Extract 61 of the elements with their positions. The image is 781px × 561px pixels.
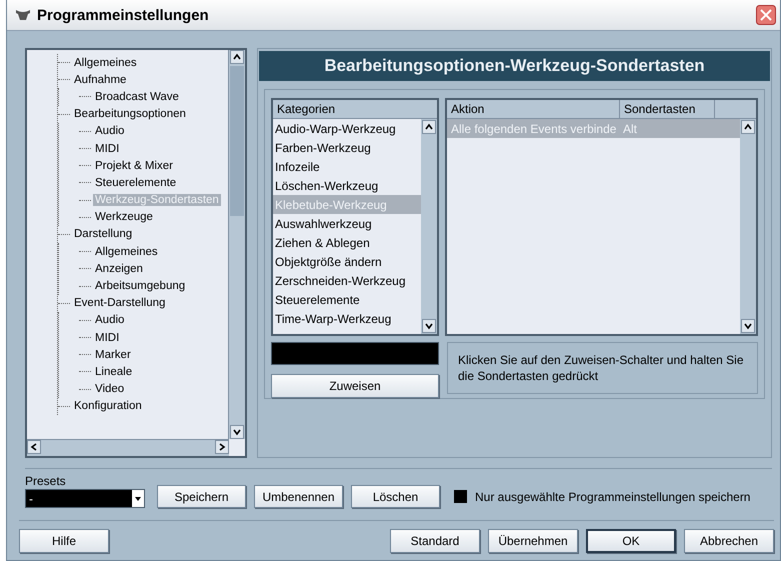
presets-dropdown[interactable]: - xyxy=(25,489,145,508)
tree-item[interactable]: Steuerelemente xyxy=(93,176,178,189)
column-header: Aktion xyxy=(447,100,620,118)
tree-item[interactable]: MIDI xyxy=(93,142,122,155)
scroll-down-icon[interactable] xyxy=(230,425,244,439)
dialog-button[interactable]: Abbrechen xyxy=(684,529,774,553)
key-input-field[interactable] xyxy=(271,342,439,365)
dialog-button[interactable]: Übernehmen xyxy=(488,529,578,553)
preset-button[interactable]: Speichern xyxy=(157,485,246,508)
dialog-button[interactable]: Standard xyxy=(390,529,480,553)
help-button[interactable]: Hilfe xyxy=(19,529,109,553)
tree-item[interactable]: Audio xyxy=(93,314,126,326)
tree-item[interactable]: Lineale xyxy=(93,366,134,378)
category-item[interactable]: Farben-Werkzeug xyxy=(273,138,421,157)
tree-item[interactable]: MIDI xyxy=(93,332,122,344)
scroll-down-icon[interactable] xyxy=(422,319,436,333)
category-item[interactable]: Löschen-Werkzeug xyxy=(273,176,421,195)
dialog-button[interactable]: OK xyxy=(586,529,676,553)
category-item[interactable]: Time-Warp-Werkzeug xyxy=(273,309,421,328)
scroll-up-icon[interactable] xyxy=(230,50,244,64)
preset-button[interactable]: Löschen xyxy=(351,485,440,508)
category-item[interactable]: Auswahlwerkzeug xyxy=(273,214,421,233)
assign-button[interactable]: Zuweisen xyxy=(271,374,439,398)
category-item[interactable]: Objektgröße ändern xyxy=(273,252,421,271)
close-icon[interactable] xyxy=(756,5,776,25)
tree-item[interactable]: Konfiguration xyxy=(72,400,144,412)
checkbox[interactable] xyxy=(454,490,467,503)
tree-item[interactable]: Projekt & Mixer xyxy=(93,160,175,172)
tree-item[interactable]: Werkzeuge xyxy=(93,211,155,224)
page-title: Bearbeitungsoptionen-Werkzeug-Sondertasten xyxy=(259,51,770,81)
category-item[interactable]: Steuerelemente xyxy=(273,290,421,309)
checkbox-label: Nur ausgewählte Programmeinstellungen speichern xyxy=(475,490,750,504)
window-title: Programmeinstellungen xyxy=(37,6,210,24)
scroll-up-icon[interactable] xyxy=(422,120,436,134)
tree-item[interactable]: Audio xyxy=(93,125,126,138)
scroll-up-icon[interactable] xyxy=(741,120,755,134)
preset-button[interactable]: Umbenennen xyxy=(254,485,343,508)
scroll-left-icon[interactable] xyxy=(27,440,41,454)
tree-item[interactable]: Bearbeitungsoptionen xyxy=(72,108,188,120)
scrollbar-thumb[interactable] xyxy=(230,66,244,216)
tree-item[interactable]: Anzeigen xyxy=(93,262,145,275)
tree-item[interactable]: Allgemeines xyxy=(93,246,160,258)
tree-item[interactable]: Allgemeines xyxy=(72,56,139,69)
scroll-down-icon[interactable] xyxy=(741,319,755,333)
tree-item[interactable]: Broadcast Wave xyxy=(93,90,181,103)
column-header: Sondertasten xyxy=(620,100,715,118)
hint-text: Klicken Sie auf den Zuweisen-Schalter und halten Sie die Sondertasten gedrückt xyxy=(447,342,758,394)
category-item[interactable]: Ziehen & Ablegen xyxy=(273,233,421,252)
tree-item[interactable]: Video xyxy=(93,383,126,396)
app-icon xyxy=(15,8,31,22)
tree-item[interactable]: Marker xyxy=(93,348,133,361)
tree-item[interactable]: Darstellung xyxy=(72,228,134,240)
column-header: Kategorien xyxy=(276,101,336,118)
tree-item[interactable]: Arbeitsumgebung xyxy=(93,280,188,292)
presets-label: Presets xyxy=(25,474,67,488)
category-item[interactable]: Audio-Warp-Werkzeug xyxy=(273,119,421,138)
scroll-right-icon[interactable] xyxy=(215,440,229,454)
tree-item[interactable]: Event-Darstellung xyxy=(72,297,168,310)
category-item[interactable]: Zerschneiden-Werkzeug xyxy=(273,271,421,290)
tree-item[interactable]: Aufnahme xyxy=(72,74,128,86)
category-item[interactable]: Infozeile xyxy=(273,157,421,176)
